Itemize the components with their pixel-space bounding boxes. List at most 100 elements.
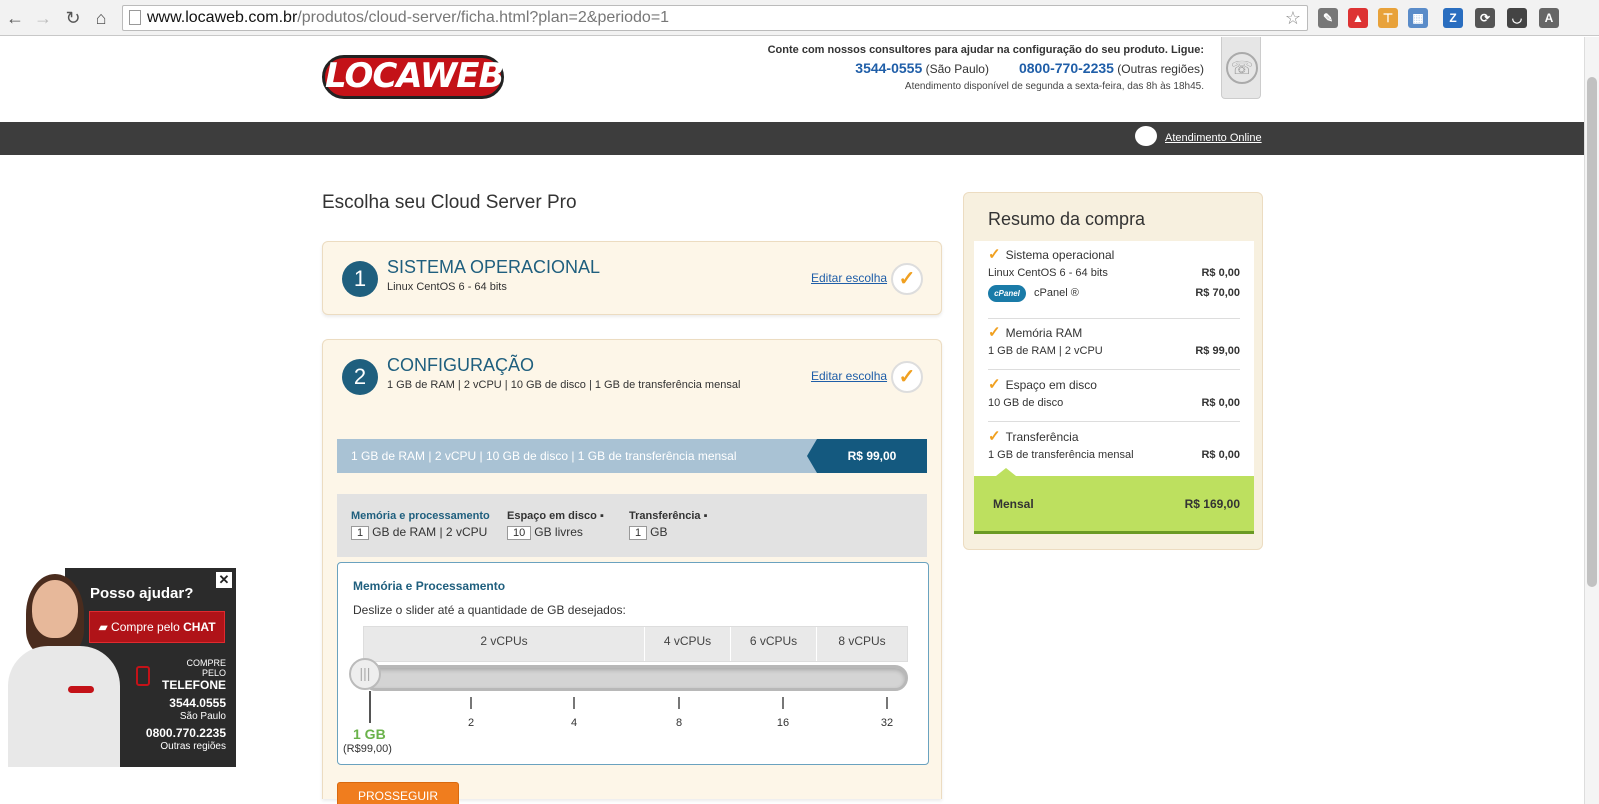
summary-line-price: R$ 99,00 [1195, 345, 1240, 357]
phone-sao-paulo[interactable]: 3544-0555 [855, 60, 922, 76]
summary-group-disk: ✓ Espaço em disco 10 GB de disco R$ 0,00 [988, 375, 1240, 413]
proceed-button[interactable]: PROSSEGUIR [337, 782, 459, 804]
selected-memory: 1 GB [353, 726, 386, 742]
crane-extension-icon[interactable]: ⊤ [1378, 8, 1398, 28]
address-bar[interactable]: www.locaweb.com.br/produtos/cloud-server… [122, 5, 1308, 31]
contact-phones: 3544-0555 (São Paulo) 0800-770-2235 (Out… [768, 60, 1204, 76]
pdf-extension-icon[interactable]: ▲ [1348, 8, 1368, 28]
chat-bubble-icon [1135, 126, 1157, 146]
close-icon[interactable]: ✕ [216, 572, 232, 588]
phone-sao-paulo-region: (São Paulo) [925, 62, 989, 76]
check-icon: ✓ [988, 324, 1001, 341]
monthly-total-value: R$ 169,00 [1184, 497, 1240, 511]
summary-group-title: Memória RAM [1005, 326, 1083, 340]
summary-line-price: R$ 0,00 [1201, 397, 1240, 409]
transfer-box: 1 [629, 526, 648, 540]
summary-line: 10 GB de disco R$ 0,00 [988, 393, 1240, 413]
phone-other-regions[interactable]: 0800-770-2235 [1019, 60, 1114, 76]
check-icon: ✓ [891, 361, 923, 393]
memory-panel-title: Memória e Processamento [353, 579, 506, 593]
new-extension-icon[interactable]: ▦ [1408, 8, 1428, 28]
url-path: /produtos/cloud-server/ficha.html?plan=2… [297, 9, 670, 26]
url-host: www.locaweb.com.br [147, 9, 298, 26]
tab-memory[interactable]: Memória e processamento 1 GB de RAM | 2 v… [351, 510, 490, 540]
tab-disk[interactable]: Espaço em disco ▪ 10 GB livres [507, 510, 604, 540]
divider [988, 318, 1240, 319]
buy-by-phone: COMPRE PELO TELEFONE [162, 658, 227, 692]
check-icon: ✓ [988, 376, 1001, 393]
tick-mark [678, 697, 680, 709]
chat-bubble-icon: ▰ [98, 620, 108, 634]
step-number: 2 [342, 359, 378, 395]
memory-box: 1 [351, 526, 370, 540]
chat-phone-1[interactable]: 3544.0555 [140, 696, 226, 710]
tab-disk-title: Espaço em disco ▪ [507, 510, 604, 522]
vcpu-label: 6 vCPUs [731, 627, 817, 661]
summary-group-transfer: ✓ Transferência 1 GB de transferência men… [988, 427, 1240, 465]
summary-group-title: Espaço em disco [1005, 378, 1097, 392]
zotero-extension-icon[interactable]: Z [1443, 8, 1463, 28]
monthly-total-label: Mensal [993, 497, 1034, 511]
summary-line-price: R$ 0,00 [1201, 449, 1240, 461]
comment-icon: ▪ [599, 510, 604, 522]
online-support-label: Atendimento Online [1165, 131, 1262, 144]
home-icon[interactable]: ⌂ [90, 7, 112, 29]
tab-transfer[interactable]: Transferência ▪ 1 GB [629, 510, 708, 540]
top-navbar: Atendimento Online [0, 122, 1584, 155]
summary-line: cPanel cPanel ® R$ 70,00 [988, 283, 1240, 303]
sync-extension-icon[interactable]: ⟳ [1475, 8, 1495, 28]
online-support-link[interactable]: Atendimento Online [1135, 126, 1262, 148]
summary-group-title: Transferência [1005, 430, 1079, 444]
contact-lead: Conte com nossos consultores para ajudar… [767, 44, 1204, 56]
angular-extension-icon[interactable]: A [1539, 8, 1559, 28]
monthly-total: Mensal R$ 169,00 [974, 468, 1254, 534]
forward-icon[interactable]: → [32, 7, 54, 29]
config-tabs: Memória e processamento 1 GB de RAM | 2 v… [337, 494, 927, 557]
phone-icon: ☏ [1226, 52, 1258, 84]
vcpu-label: 2 vCPUs [364, 627, 645, 661]
tick-mark [782, 697, 784, 709]
pocket-extension-icon[interactable]: ◡ [1507, 8, 1527, 28]
tick-mark [886, 697, 888, 709]
vcpu-label: 8 vCPUs [838, 634, 886, 648]
tick-label: 8 [675, 717, 683, 729]
tick-mark [470, 697, 472, 709]
summary-title: Resumo da compra [988, 209, 1146, 229]
bookmark-star-icon[interactable]: ☆ [1285, 6, 1301, 30]
step-title: CONFIGURAÇÃO [387, 355, 535, 375]
chat-phone-2[interactable]: 0800.770.2235 [120, 726, 226, 740]
reload-icon[interactable]: ↻ [62, 7, 84, 29]
check-icon: ✓ [988, 246, 1001, 263]
phone-tab[interactable]: ☏ [1221, 37, 1261, 99]
summary-line: 1 GB de transferência mensal R$ 0,00 [988, 445, 1240, 465]
summary-line: Linux CentOS 6 - 64 bits R$ 0,00 [988, 263, 1240, 283]
back-icon[interactable]: ← [4, 7, 26, 29]
eyedropper-extension-icon[interactable]: ✎ [1318, 8, 1338, 28]
attendant-photo [0, 574, 120, 767]
phone-other-regions-label: (Outras regiões) [1117, 62, 1204, 76]
scrollbar[interactable] [1584, 37, 1599, 804]
locaweb-logo[interactable]: LOCAWEB [322, 55, 504, 99]
summary-group-ram: ✓ Memória RAM 1 GB de RAM | 2 vCPU R$ 99,0… [988, 323, 1240, 361]
scrollbar-thumb[interactable] [1587, 77, 1597, 587]
memory-slider-track[interactable] [363, 665, 908, 691]
config-price: R$ 99,00 [817, 439, 927, 473]
edit-choice-link[interactable]: Editar escolha [811, 369, 887, 383]
tick-label: 32 [880, 717, 894, 729]
vcpu-label: 4 vCPUs [645, 627, 731, 661]
step-summary: 1 GB de RAM | 2 vCPU | 10 GB de disco | … [387, 379, 741, 391]
tick-label: 2 [467, 717, 475, 729]
cpanel-logo: cPanel [988, 284, 1026, 302]
memory-slider-handle[interactable]: ||| [349, 658, 381, 690]
divider [988, 369, 1240, 370]
tab-memory-title: Memória e processamento [351, 510, 490, 522]
summary-items: ✓ Sistema operacional Linux CentOS 6 - 64… [974, 241, 1254, 476]
summary-line-price: R$ 70,00 [1195, 287, 1240, 299]
config-summary-text: 1 GB de RAM | 2 vCPU | 10 GB de disco | … [351, 449, 737, 463]
disk-value: GB livres [534, 525, 583, 539]
summary-line-price: R$ 0,00 [1201, 267, 1240, 279]
step-number: 1 [342, 261, 378, 297]
summary-group-title: Sistema operacional [1005, 248, 1115, 262]
chat-buy-button[interactable]: ▰ Compre pelo CHAT [89, 611, 225, 643]
edit-choice-link[interactable]: Editar escolha [811, 271, 887, 285]
